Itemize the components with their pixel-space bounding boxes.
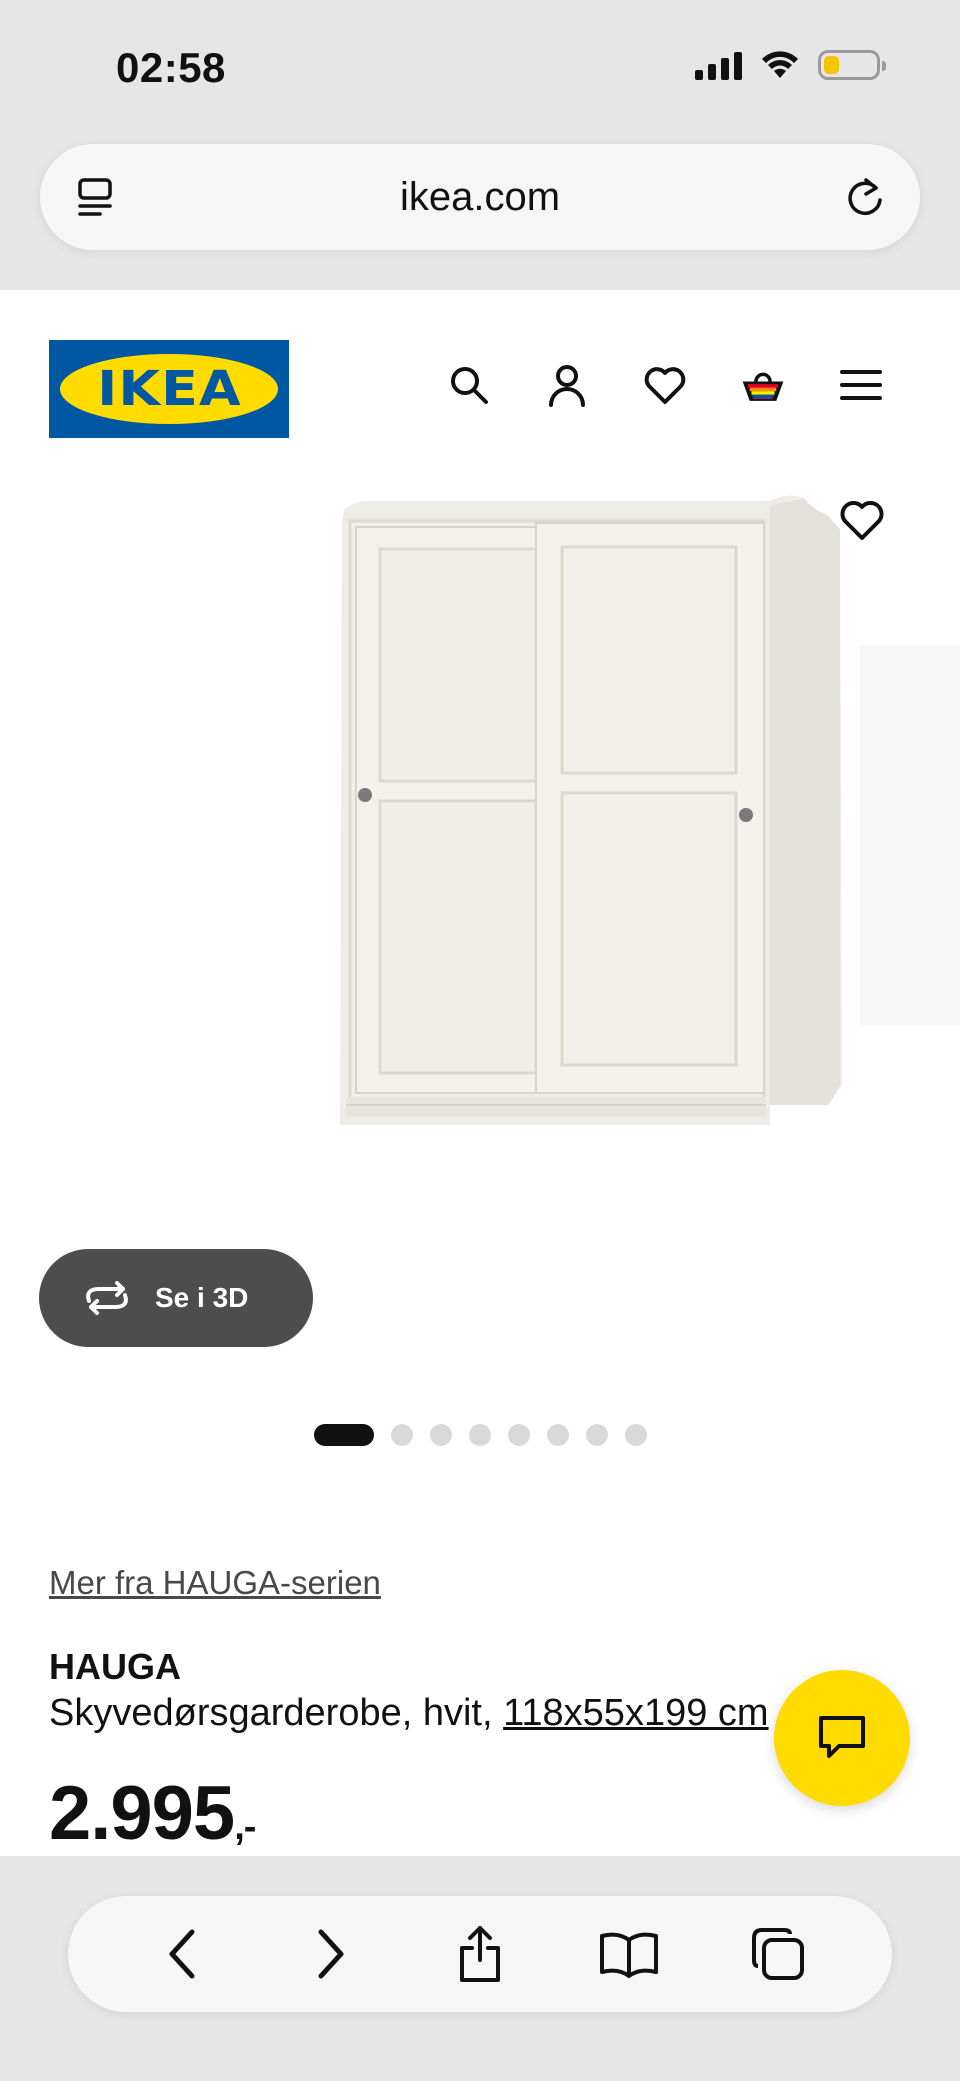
carousel-dot[interactable] [625,1424,647,1446]
chat-icon [819,1716,865,1758]
back-icon[interactable] [147,1919,217,1989]
view-in-3d-label: Se i 3D [155,1282,249,1313]
address-bar[interactable]: ikea.com [40,144,920,250]
save-to-favourites-icon[interactable] [838,498,886,547]
wifi-icon [762,51,798,78]
image-carousel-indicator [314,1424,647,1446]
product-dimensions-link[interactable]: 118x55x199 cm [503,1692,768,1734]
browser-toolbar [68,1896,892,2012]
series-link[interactable]: Mer fra HAUGA-serien [49,1564,381,1602]
tabs-icon[interactable] [743,1919,813,1989]
menu-icon[interactable] [838,362,884,408]
price-suffix: ,- [234,1806,256,1848]
carousel-dot[interactable] [586,1424,608,1446]
product-name: HAUGA [49,1646,181,1687]
carousel-dot[interactable] [547,1424,569,1446]
battery-icon [818,50,886,80]
chat-button[interactable] [774,1670,910,1806]
product-type-text: Skyvedørsgarderobe, hvit, [49,1692,504,1734]
carousel-dot[interactable] [391,1424,413,1446]
heart-icon[interactable] [642,362,688,408]
carousel-dot[interactable] [314,1424,374,1446]
cellular-signal-icon [695,50,742,80]
status-icons [695,50,886,80]
header-nav [446,362,884,408]
product-image[interactable] [0,465,960,1345]
forward-icon[interactable] [296,1919,366,1989]
product-price: 2.995,- [49,1770,256,1856]
carousel-dot[interactable] [508,1424,530,1446]
product-description: Skyvedørsgarderobe, hvit, 118x55x199 cm [49,1692,809,1735]
reload-icon[interactable] [844,174,886,225]
account-icon[interactable] [544,362,590,408]
price-value: 2.995 [49,1771,235,1856]
search-icon[interactable] [446,362,492,408]
logo-oval: IKEA [60,354,278,424]
ikea-logo[interactable]: IKEA [49,340,289,438]
basket-icon[interactable] [740,362,786,408]
logo-text: IKEA [96,361,242,417]
product-page: IKEA Se i 3D Mer fra HAUGA-serien HAUGA … [0,290,960,1856]
browser-bottom-chrome [0,1856,960,2081]
share-icon[interactable] [445,1919,515,1989]
browser-top-chrome: 02:58 ikea.com [0,0,960,290]
status-time: 02:58 [116,44,226,91]
carousel-dot[interactable] [430,1424,452,1446]
rotate-3d-icon [86,1281,128,1315]
view-in-3d-button[interactable]: Se i 3D [39,1249,313,1347]
url-text[interactable]: ikea.com [40,175,920,220]
bookmarks-icon[interactable] [594,1919,664,1989]
carousel-dot[interactable] [469,1424,491,1446]
